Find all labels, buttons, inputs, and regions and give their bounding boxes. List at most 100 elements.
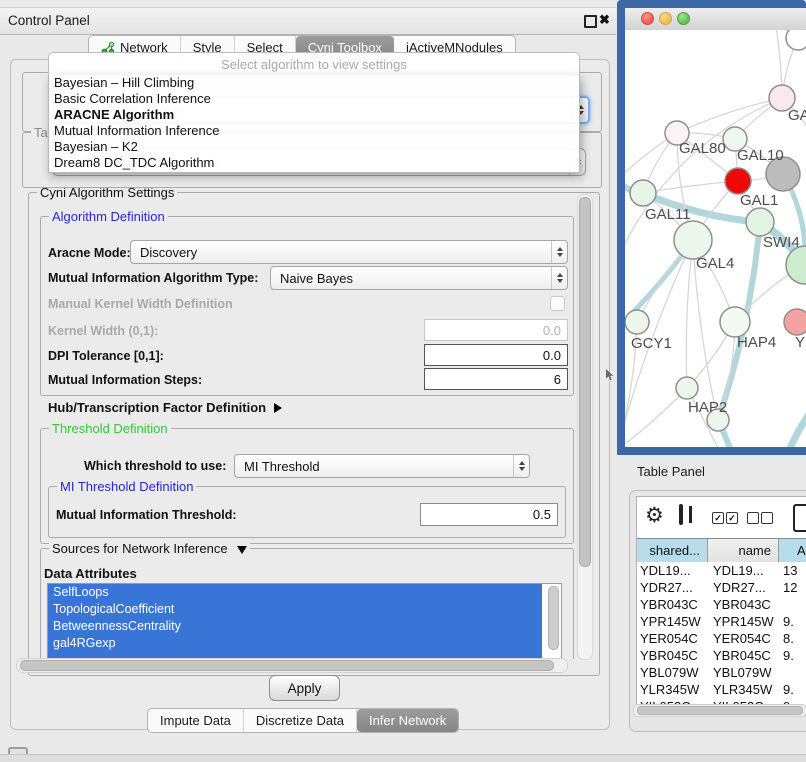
table-cell: YBL079W xyxy=(708,664,779,681)
table-cell: YLR345W xyxy=(637,681,708,698)
network-node-salmon[interactable] xyxy=(784,309,806,335)
aracne-mode-combo[interactable]: Discovery xyxy=(130,240,568,264)
network-edge xyxy=(686,240,693,388)
network-node-green-big[interactable] xyxy=(786,246,806,284)
settings-vertical-scrollbar-thumb[interactable] xyxy=(579,197,591,567)
network-node-hap4[interactable] xyxy=(720,307,750,337)
network-canvas[interactable]: GALGAL80GAL10GAL1GAL11SWI4GAL4GCY1HAP4YH… xyxy=(625,30,806,447)
network-node-label-gal10: GAL10 xyxy=(737,147,784,164)
tab-discretize-data[interactable]: Discretize Data xyxy=(244,709,357,732)
algorithm-option[interactable]: Bayesian – K2 xyxy=(49,139,579,155)
column-header-shared-name[interactable]: shared... xyxy=(637,539,708,562)
network-node-label-gal1: GAL1 xyxy=(740,192,778,209)
which-threshold-label: Which threshold to use: xyxy=(84,459,226,473)
network-node-hap2[interactable] xyxy=(676,377,698,399)
select-all-checkbox-icon[interactable]: ✓ xyxy=(712,512,724,524)
dpi-tolerance-input[interactable] xyxy=(424,344,568,366)
settings-horizontal-scrollbar-thumb[interactable] xyxy=(20,660,554,671)
gear-icon[interactable]: ⚙ xyxy=(645,503,664,528)
network-node-label-gal80: GAL80 xyxy=(679,140,726,157)
table-cell: YBL079W xyxy=(637,664,708,681)
manual-kernel-width-label: Manual Kernel Width Definition xyxy=(48,297,233,311)
minimize-traffic-light-icon[interactable] xyxy=(659,12,672,25)
tab-impute-data[interactable]: Impute Data xyxy=(148,709,244,732)
table-cell: 9. xyxy=(779,647,806,664)
deselect-checkbox-icon-2[interactable] xyxy=(761,512,773,524)
table-cell: YBR045C xyxy=(708,647,779,664)
data-attributes-list[interactable]: SelfLoopsTopologicalCoefficientBetweenne… xyxy=(47,583,562,658)
table-horizontal-scrollbar[interactable] xyxy=(633,704,806,717)
algorithm-option[interactable]: Dream8 DC_TDC Algorithm xyxy=(49,155,579,171)
data-attribute-item[interactable]: gal4RGexp xyxy=(48,635,542,652)
network-node-gal1[interactable] xyxy=(725,168,751,194)
mi-steps-input[interactable] xyxy=(424,368,568,390)
bottom-status-strip xyxy=(0,754,806,762)
manual-kernel-width-checkbox[interactable] xyxy=(550,296,565,311)
mi-threshold-input[interactable] xyxy=(420,503,558,526)
table-row[interactable]: YBR043CYBR043C xyxy=(637,596,806,613)
table-function-icon[interactable] xyxy=(793,504,806,532)
zoom-traffic-light-icon[interactable] xyxy=(677,12,690,25)
mi-type-combo[interactable]: Naive Bayes xyxy=(270,266,568,290)
float-window-icon[interactable] xyxy=(584,15,597,28)
table-header-row: shared... name A xyxy=(637,538,806,563)
tab-infer-network[interactable]: Infer Network xyxy=(357,709,458,732)
table-horizontal-scrollbar-thumb[interactable] xyxy=(637,706,803,715)
deselect-checkbox-icon[interactable] xyxy=(747,512,759,524)
network-node-gal4[interactable] xyxy=(674,221,712,259)
expand-right-icon xyxy=(274,403,282,413)
table-cell: YLR345W xyxy=(708,681,779,698)
network-node-swi4[interactable] xyxy=(746,208,774,236)
apply-button[interactable]: Apply xyxy=(269,675,340,701)
close-traffic-light-icon[interactable] xyxy=(641,12,654,25)
data-attribute-item[interactable]: SelfLoops xyxy=(48,584,542,601)
algorithm-option[interactable]: Bayesian – Hill Climbing xyxy=(49,75,579,91)
screen: Control Panel ✖ Network Style Select Cyn… xyxy=(0,0,806,762)
algorithm-option[interactable]: Mutual Information Inference xyxy=(49,123,579,139)
network-node-gcy1[interactable] xyxy=(625,310,649,334)
table-row[interactable]: YBL079WYBL079W xyxy=(637,664,806,681)
network-node-gal11[interactable] xyxy=(630,180,656,206)
column-header-name[interactable]: name xyxy=(708,539,779,562)
combo-stepper-icon xyxy=(551,241,567,263)
mouse-cursor xyxy=(606,368,615,386)
network-node-label-gal11: GAL11 xyxy=(645,206,691,223)
table-body[interactable]: YDL19...YDL19...13YDR27...YDR27...12YBR0… xyxy=(637,562,806,704)
table-cell: 9. xyxy=(779,681,806,698)
list-scrollbar-thumb[interactable] xyxy=(548,586,559,650)
network-window-titlebar[interactable] xyxy=(625,8,806,31)
algorithm-select-placeholder: Select algorithm to view settings xyxy=(221,57,407,72)
table-row[interactable]: YPR145WYPR145W9. xyxy=(637,613,806,630)
algorithm-option[interactable]: ARACNE Algorithm xyxy=(49,107,579,123)
data-attribute-item[interactable]: TopologicalCoefficient xyxy=(48,601,542,618)
network-node-label-hap2: HAP2 xyxy=(688,399,727,416)
hub-definition-toggle[interactable]: Hub/Transcription Factor Definition xyxy=(48,400,282,415)
table-cell: 9. xyxy=(779,613,806,630)
table-cell: YBR043C xyxy=(708,596,779,613)
combo-stepper-icon xyxy=(513,455,529,477)
dpi-tolerance-label: DPI Tolerance [0,1]: xyxy=(48,349,164,363)
settings-vertical-scrollbar[interactable] xyxy=(577,194,593,660)
table-row[interactable]: YDL19...YDL19...13 xyxy=(637,562,806,579)
network-node-top-partial[interactable] xyxy=(786,30,806,50)
select-all-checkbox-icon-2[interactable]: ✓ xyxy=(726,512,738,524)
table-row[interactable]: YBR045CYBR045C9. xyxy=(637,647,806,664)
column-header-partial[interactable]: A xyxy=(779,539,806,562)
kernel-width-input[interactable] xyxy=(424,319,568,341)
close-icon[interactable]: ✖ xyxy=(599,12,610,28)
table-row[interactable]: YER054CYER054C8. xyxy=(637,630,806,647)
collapse-down-icon xyxy=(237,546,247,554)
algorithm-select-combo[interactable]: Select algorithm to view settings xyxy=(48,52,580,77)
data-attribute-item[interactable]: BetweennessCentrality xyxy=(48,618,542,635)
mi-threshold-label: Mutual Information Threshold: xyxy=(56,508,237,522)
combo-stepper-icon xyxy=(551,267,567,289)
settings-horizontal-scrollbar[interactable] xyxy=(16,658,568,673)
table-row[interactable]: YDR27...YDR27...12 xyxy=(637,579,806,596)
table-row[interactable]: YLR345WYLR345W9. xyxy=(637,681,806,698)
which-threshold-combo[interactable]: MI Threshold xyxy=(234,454,530,478)
column-layout-icon[interactable] xyxy=(679,504,683,525)
sources-toggle[interactable]: Sources for Network Inference xyxy=(49,541,250,556)
table-cell: 12 xyxy=(779,579,806,596)
control-panel-title: Control Panel xyxy=(8,13,90,28)
algorithm-option[interactable]: Basic Correlation Inference xyxy=(49,91,579,107)
